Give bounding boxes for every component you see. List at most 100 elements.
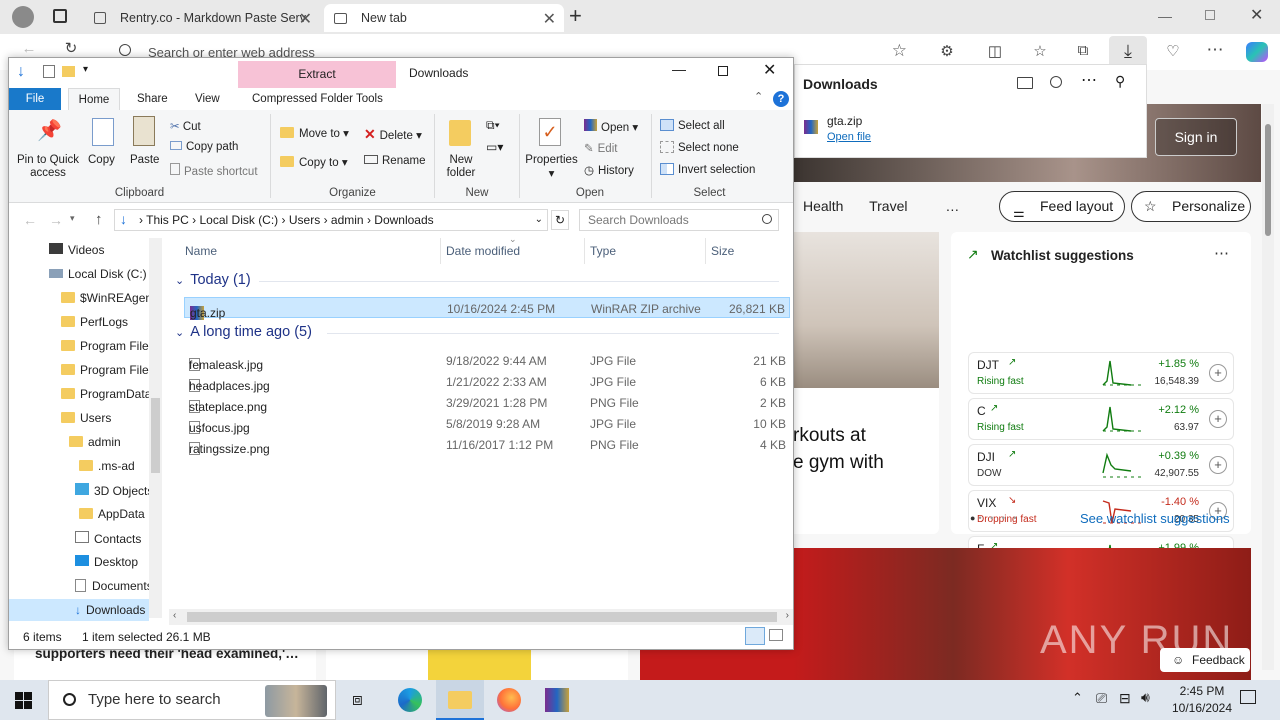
collapse-ribbon-icon[interactable]: ⌃	[754, 90, 763, 103]
feedback-button[interactable]: ☺ Feedback	[1160, 648, 1250, 672]
watchlist-item[interactable]: DJI ↗ DOW +0.39 % 42,907.55 +	[968, 444, 1234, 486]
copy-to-button[interactable]: Copy to ▾	[280, 155, 348, 169]
more-topics-icon[interactable]: …	[945, 198, 959, 214]
properties-icon[interactable]	[43, 65, 55, 78]
network-icon[interactable]: ⊟	[1119, 690, 1131, 707]
file-row[interactable]: headplaces.jpg 1/21/2022 2:33 AM JPG File 6…	[184, 371, 790, 393]
nav-item[interactable]: Local Disk (C:)	[49, 267, 147, 281]
winrar-taskbar-icon[interactable]	[545, 688, 569, 712]
group-header[interactable]: ⌄ Today (1)	[175, 272, 251, 288]
horizontal-scrollbar[interactable]: ‹ ›	[169, 609, 793, 625]
profile-avatar[interactable]	[12, 6, 34, 28]
select-none-button[interactable]: Select none	[660, 141, 739, 154]
refresh-icon[interactable]: ↻	[551, 210, 569, 230]
large-icons-view-icon[interactable]	[769, 629, 783, 641]
add-to-watchlist-icon[interactable]: +	[1209, 456, 1227, 474]
new-item-icon[interactable]: ⧉▾	[486, 118, 508, 132]
clock-date[interactable]: 10/16/2024	[1166, 701, 1238, 715]
clock-time[interactable]: 2:45 PM	[1172, 684, 1232, 698]
explorer-maximize-icon[interactable]	[718, 66, 728, 76]
open-file-link[interactable]: Open file	[827, 131, 871, 143]
download-item[interactable]: gta.zip Open file	[794, 102, 1147, 158]
explorer-close-icon[interactable]: ✕	[763, 60, 776, 80]
file-row[interactable]: gta.zip 10/16/2024 2:45 PM WinRAR ZIP arch…	[184, 297, 790, 320]
breadcrumb-admin[interactable]: admin	[331, 213, 364, 227]
easy-access-icon[interactable]: ▭▾	[486, 140, 508, 154]
tab-view[interactable]: View	[195, 93, 220, 111]
feed-layout-button[interactable]: ⚌ Feed layout	[999, 191, 1125, 222]
nav-item[interactable]: $WinREAgent	[61, 291, 155, 305]
tab-file[interactable]: File	[9, 88, 61, 110]
file-row[interactable]: usfocus.jpg 5/8/2019 9:28 AM JPG File 10 KB	[184, 413, 790, 435]
split-screen-icon[interactable]: ◫	[980, 42, 1010, 60]
group-header[interactable]: ⌄ A long time ago (5)	[175, 324, 312, 340]
nav-item[interactable]: 3D Objects	[75, 483, 153, 498]
extensions-icon[interactable]: ⚙	[932, 42, 962, 60]
new-folder-icon[interactable]	[62, 66, 75, 77]
address-dropdown-icon[interactable]: ⌄	[535, 210, 543, 230]
tray-device-icon[interactable]: ⎚	[1096, 690, 1107, 707]
search-downloads-box[interactable]: Search Downloads	[579, 209, 779, 231]
new-folder-button[interactable]: New folder	[441, 154, 481, 180]
topic-travel[interactable]: Travel	[869, 198, 907, 214]
close-window-icon[interactable]: ✕	[1250, 5, 1263, 25]
nav-item[interactable]: Desktop	[75, 555, 138, 569]
nav-item[interactable]: Program Files	[61, 363, 155, 377]
close-tab-icon[interactable]: ✕	[299, 9, 312, 29]
back-icon[interactable]: ←	[14, 40, 44, 57]
collections-icon[interactable]: ⧉	[1068, 42, 1098, 59]
arrow-down-icon[interactable]: ↓	[17, 63, 25, 81]
open-folder-icon[interactable]	[1017, 77, 1033, 89]
see-watchlist-link[interactable]: See watchlist suggestions	[1080, 511, 1230, 526]
notifications-icon[interactable]	[1240, 690, 1256, 704]
nav-item[interactable]: ProgramData	[61, 387, 151, 401]
collapse-chevron-icon[interactable]: ⌄	[175, 327, 184, 339]
sign-in-button[interactable]: Sign in	[1155, 118, 1237, 156]
breadcrumb-users[interactable]: Users	[289, 213, 320, 227]
favorites-icon[interactable]: ☆	[1025, 42, 1055, 60]
delete-button[interactable]: ✕ Delete ▾	[364, 126, 422, 143]
settings-more-icon[interactable]: ⋯	[1200, 40, 1230, 60]
tab-new-tab[interactable]: New tab ✕	[324, 4, 564, 32]
history-button[interactable]: ◷ History	[584, 163, 634, 177]
scrollbar-thumb[interactable]	[1265, 124, 1271, 236]
collapse-chevron-icon[interactable]: ⌄	[175, 275, 184, 287]
recent-locations-icon[interactable]: ▾	[70, 213, 75, 224]
cut-button[interactable]: ✂ Cut	[170, 119, 201, 133]
nav-item[interactable]: Program Files	[61, 339, 155, 353]
close-tab-icon[interactable]: ✕	[543, 9, 556, 29]
tab-compressed-folder-tools[interactable]: Compressed Folder Tools	[252, 93, 383, 111]
open-button[interactable]: Open ▾	[584, 119, 638, 134]
move-to-button[interactable]: Move to ▾	[280, 126, 349, 140]
column-header-type[interactable]: Type	[590, 244, 616, 258]
nav-item[interactable]: PerfLogs	[61, 315, 128, 329]
help-icon[interactable]: ?	[773, 91, 789, 107]
nav-item[interactable]: Contacts	[75, 531, 141, 546]
restore-icon[interactable]	[1205, 10, 1215, 20]
start-button[interactable]	[15, 692, 32, 709]
contextual-tab-extract[interactable]: Extract	[238, 61, 396, 88]
page-scrollbar[interactable]	[1262, 104, 1274, 670]
nav-item[interactable]: ↓ Downloads	[9, 599, 149, 621]
nav-scrollbar-thumb[interactable]	[151, 398, 160, 473]
tab-home[interactable]: Home	[68, 88, 120, 111]
breadcrumb-downloads[interactable]: Downloads	[374, 213, 433, 227]
tab-share[interactable]: Share	[137, 93, 168, 111]
personalize-button[interactable]: ☆ Personalize	[1131, 191, 1251, 222]
tab-actions-icon[interactable]	[53, 9, 67, 23]
file-row[interactable]: femaleask.jpg 9/18/2022 9:44 AM JPG File 21…	[184, 350, 790, 372]
topic-health[interactable]: Health	[803, 198, 843, 214]
watchlist-item[interactable]: C ↗ Rising fast +2.12 % 63.97 +	[968, 398, 1234, 440]
paste-button[interactable]: Paste	[130, 154, 159, 166]
edge-taskbar-icon[interactable]	[398, 688, 422, 712]
rename-button[interactable]: Rename	[364, 155, 425, 167]
nav-item[interactable]: .ms-ad	[79, 459, 135, 473]
more-options-icon[interactable]: ⋯	[1081, 70, 1097, 90]
new-tab-button[interactable]: +	[569, 3, 582, 29]
watchlist-item[interactable]: DJT ↗ Rising fast +1.85 % 16,548.39 +	[968, 352, 1234, 394]
edit-button[interactable]: ✎ Edit	[584, 141, 617, 155]
scroll-left-icon[interactable]: ‹	[173, 610, 176, 621]
nav-item[interactable]: AppData	[79, 507, 145, 521]
taskbar-search-box[interactable]: Type here to search	[48, 680, 336, 720]
select-all-button[interactable]: Select all	[660, 119, 725, 132]
